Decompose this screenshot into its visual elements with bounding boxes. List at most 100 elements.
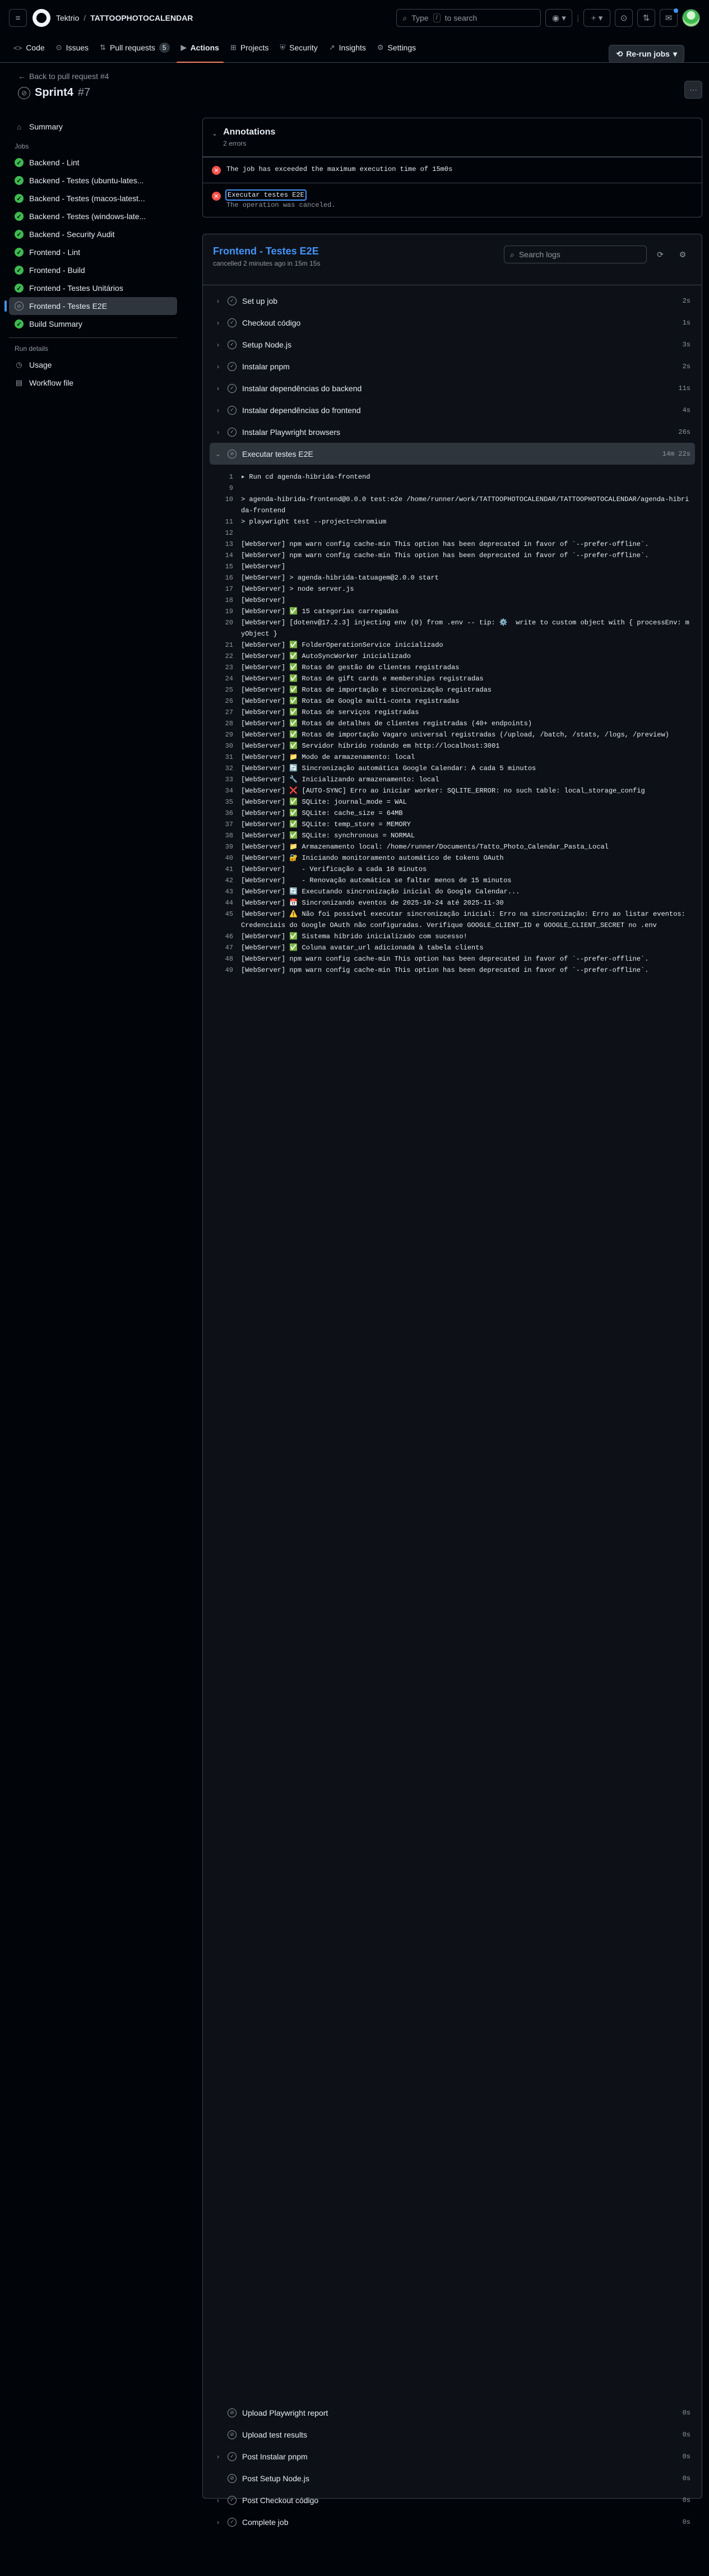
step-row[interactable]: › ✓ Instalar pnpm 2s — [210, 355, 695, 377]
sidebar-job[interactable]: ✓ Frontend - Testes Unitários — [9, 279, 177, 297]
log-line-number[interactable]: 16 — [210, 572, 241, 583]
log-line-number[interactable]: 28 — [210, 718, 241, 729]
step-row[interactable]: › ✓ Post Checkout código 0s — [210, 2489, 695, 2511]
tab-security[interactable]: ⛨ Security — [275, 40, 322, 62]
step-row[interactable]: › ✓ Instalar dependências do frontend 4s — [210, 399, 695, 421]
sidebar-job[interactable]: ✓ Backend - Testes (macos-latest... — [9, 189, 177, 207]
github-logo-icon[interactable] — [33, 9, 50, 27]
tab-insights[interactable]: ↗ Insights — [325, 40, 370, 62]
step-row[interactable]: › ✓ Setup Node.js 3s — [210, 333, 695, 355]
step-row[interactable]: ⊘ Post Setup Node.js 0s — [210, 2467, 695, 2489]
tab-actions[interactable]: ▶ Actions — [176, 40, 224, 63]
log-line-number[interactable]: 40 — [210, 853, 241, 864]
step-row[interactable]: › ✓ Instalar dependências do backend 11s — [210, 377, 695, 399]
log-line-number[interactable]: 30 — [210, 740, 241, 752]
log-search-input[interactable]: ⌕ Search logs — [504, 245, 647, 263]
sidebar-item-usage[interactable]: ◷ Usage — [9, 356, 177, 374]
log-line-number[interactable]: 45 — [210, 909, 241, 931]
log-line-number[interactable]: 10 — [210, 494, 241, 516]
log-line-number[interactable]: 14 — [210, 550, 241, 561]
sidebar-item-label: Frontend - Testes E2E — [29, 302, 108, 311]
log-line-number[interactable]: 18 — [210, 595, 241, 606]
step-row[interactable]: › ✓ Complete job 0s — [210, 2511, 695, 2533]
step-row-expanded[interactable]: ⌄ ⊘ Executar testes E2E 14m 22s — [210, 443, 695, 465]
refresh-icon[interactable]: ⟳ — [651, 245, 669, 263]
tab-projects[interactable]: ⊞ Projects — [226, 40, 273, 62]
log-line: 12 — [210, 527, 695, 539]
log-line-number[interactable]: 19 — [210, 606, 241, 617]
owner-link[interactable]: Tektrio — [56, 13, 79, 22]
log-line-number[interactable]: 20 — [210, 617, 241, 640]
menu-icon[interactable]: ≡ — [9, 9, 27, 27]
sidebar-item-summary[interactable]: ⌂ Summary — [9, 118, 177, 136]
job-title[interactable]: Frontend - Testes E2E — [213, 245, 320, 257]
issues-icon[interactable]: ⊙ — [615, 9, 633, 27]
chevron-down-icon[interactable]: ⌄ — [212, 129, 217, 147]
sidebar-job-selected[interactable]: ⊘ Frontend - Testes E2E — [4, 297, 177, 315]
log-line-number[interactable]: 35 — [210, 796, 241, 808]
sidebar-job[interactable]: ✓ Frontend - Lint — [9, 243, 177, 261]
step-row[interactable]: › ✓ Set up job 2s — [210, 290, 695, 312]
repo-link[interactable]: TATTOOPHOTOCALENDAR — [90, 13, 193, 22]
log-line-number[interactable]: 22 — [210, 651, 241, 662]
notifications-icon[interactable]: ✉ — [660, 8, 678, 27]
log-line-number[interactable]: 26 — [210, 696, 241, 707]
log-line-number[interactable]: 36 — [210, 808, 241, 819]
log-line-number[interactable]: 33 — [210, 774, 241, 785]
tab-pull-requests[interactable]: ⇅ Pull requests 5 — [95, 40, 174, 62]
log-line-number[interactable]: 23 — [210, 662, 241, 673]
log-line-number[interactable]: 34 — [210, 785, 241, 796]
log-line-number[interactable]: 1 — [210, 471, 241, 483]
log-line-number[interactable]: 41 — [210, 864, 241, 875]
gear-icon[interactable]: ⚙ — [674, 245, 692, 263]
step-row[interactable]: › ✓ Instalar Playwright browsers 26s — [210, 421, 695, 443]
log-line-number[interactable]: 21 — [210, 640, 241, 651]
sidebar-job[interactable]: ✓ Backend - Testes (windows-late... — [9, 207, 177, 225]
tab-code[interactable]: <> Code — [9, 40, 49, 62]
step-row[interactable]: ⊘ Upload test results 0s — [210, 2424, 695, 2445]
global-search-input[interactable]: ⌕ Type / to search — [396, 9, 541, 27]
log-line-number[interactable]: 38 — [210, 830, 241, 841]
log-line-number[interactable]: 31 — [210, 752, 241, 763]
step-row[interactable]: › ✓ Post Instalar pnpm 0s — [210, 2445, 695, 2467]
log-line-number[interactable]: 24 — [210, 673, 241, 684]
sidebar-job[interactable]: ✓ Build Summary — [9, 315, 177, 333]
annotation-link[interactable]: Executar testes E2E — [225, 189, 307, 201]
log-line-number[interactable]: 48 — [210, 953, 241, 965]
step-row[interactable]: › ✓ Checkout código 1s — [210, 312, 695, 333]
tab-issues[interactable]: ⊙ Issues — [52, 40, 93, 62]
log-line-number[interactable]: 12 — [210, 527, 241, 539]
log-line-number[interactable]: 11 — [210, 516, 241, 527]
sidebar-job[interactable]: ✓ Backend - Testes (ubuntu-lates... — [9, 172, 177, 189]
step-label: Executar testes E2E — [242, 449, 313, 458]
pull-requests-icon[interactable]: ⇅ — [637, 9, 655, 27]
log-line-number[interactable]: 15 — [210, 561, 241, 572]
log-line-number[interactable]: 17 — [210, 583, 241, 595]
log-line-number[interactable]: 39 — [210, 841, 241, 853]
log-line-number[interactable]: 46 — [210, 931, 241, 942]
sidebar-item-workflow-file[interactable]: ▤ Workflow file — [9, 374, 177, 392]
log-line-number[interactable]: 32 — [210, 763, 241, 774]
back-link[interactable]: ← Back to pull request #4 — [18, 72, 709, 81]
more-options-button[interactable]: ⋯ — [684, 81, 702, 99]
create-new-icon[interactable]: + ▾ — [583, 9, 610, 27]
log-line-number[interactable]: 29 — [210, 729, 241, 740]
sidebar-job[interactable]: ✓ Backend - Lint — [9, 154, 177, 172]
sidebar-job[interactable]: ✓ Backend - Security Audit — [9, 225, 177, 243]
copilot-icon[interactable]: ◉ ▾ — [545, 9, 573, 27]
log-line-number[interactable]: 49 — [210, 965, 241, 976]
log-line-number[interactable]: 13 — [210, 539, 241, 550]
rerun-jobs-button[interactable]: ⟲ Re-run jobs ▾ — [609, 45, 684, 63]
log-line-number[interactable]: 47 — [210, 942, 241, 953]
log-line-number[interactable]: 25 — [210, 684, 241, 696]
avatar[interactable] — [682, 9, 700, 27]
log-line-number[interactable]: 44 — [210, 897, 241, 909]
log-line-number[interactable]: 9 — [210, 483, 241, 494]
log-line-number[interactable]: 43 — [210, 886, 241, 897]
tab-settings[interactable]: ⚙ Settings — [373, 40, 420, 62]
sidebar-job[interactable]: ✓ Frontend - Build — [9, 261, 177, 279]
log-line-number[interactable]: 42 — [210, 875, 241, 886]
step-row[interactable]: ⊘ Upload Playwright report 0s — [210, 2402, 695, 2424]
log-line-number[interactable]: 27 — [210, 707, 241, 718]
log-line-number[interactable]: 37 — [210, 819, 241, 830]
